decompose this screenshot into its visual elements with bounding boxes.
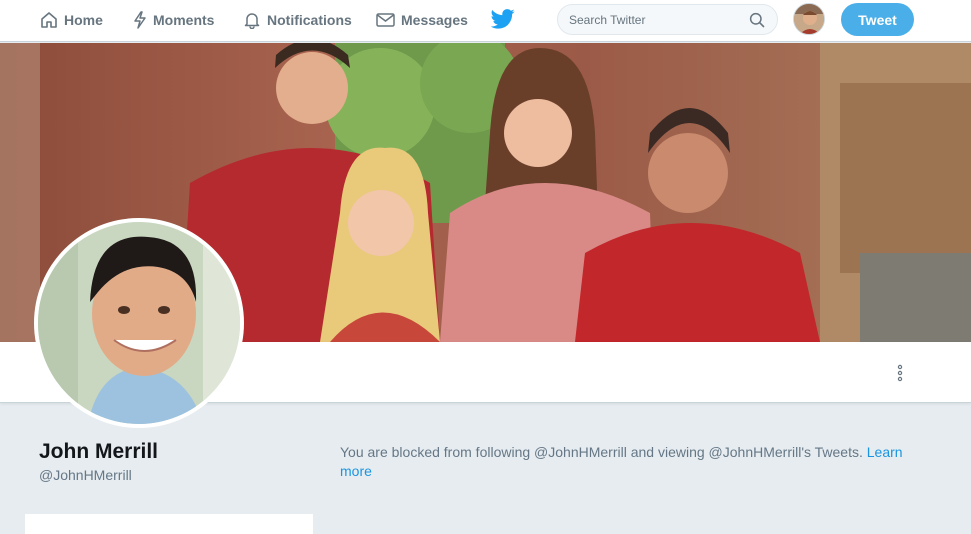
home-icon (40, 11, 58, 29)
blocked-message-text: You are blocked from following @JohnHMer… (340, 444, 863, 460)
bell-icon (243, 11, 261, 29)
nav-messages[interactable]: Messages (376, 0, 468, 40)
nav-moments[interactable]: Moments (133, 0, 214, 40)
lightning-icon (133, 11, 147, 29)
blocked-message: You are blocked from following @JohnHMer… (340, 443, 910, 481)
nav-notifications-label: Notifications (267, 12, 352, 28)
nav-home[interactable]: Home (40, 0, 103, 40)
envelope-icon (376, 12, 395, 28)
profile-sidebar-card (25, 514, 313, 534)
vertical-dots-icon[interactable] (893, 364, 907, 382)
profile-handle: @JohnHMerrill (39, 467, 132, 483)
magnifier-icon[interactable] (749, 12, 765, 33)
tweet-button[interactable]: Tweet (841, 3, 914, 36)
search-input[interactable] (569, 11, 749, 29)
nav-home-label: Home (64, 12, 103, 28)
user-avatar[interactable] (793, 3, 825, 35)
profile-avatar[interactable] (34, 218, 244, 428)
nav-notifications[interactable]: Notifications (243, 0, 352, 40)
profile-name: John Merrill (39, 440, 159, 463)
search-box[interactable] (557, 4, 778, 35)
top-navigation-bar: Home Moments Notifications Messages Sear… (0, 0, 971, 42)
twitter-bird-icon[interactable] (490, 9, 515, 29)
nav-moments-label: Moments (153, 12, 215, 28)
nav-messages-label: Messages (401, 12, 468, 28)
